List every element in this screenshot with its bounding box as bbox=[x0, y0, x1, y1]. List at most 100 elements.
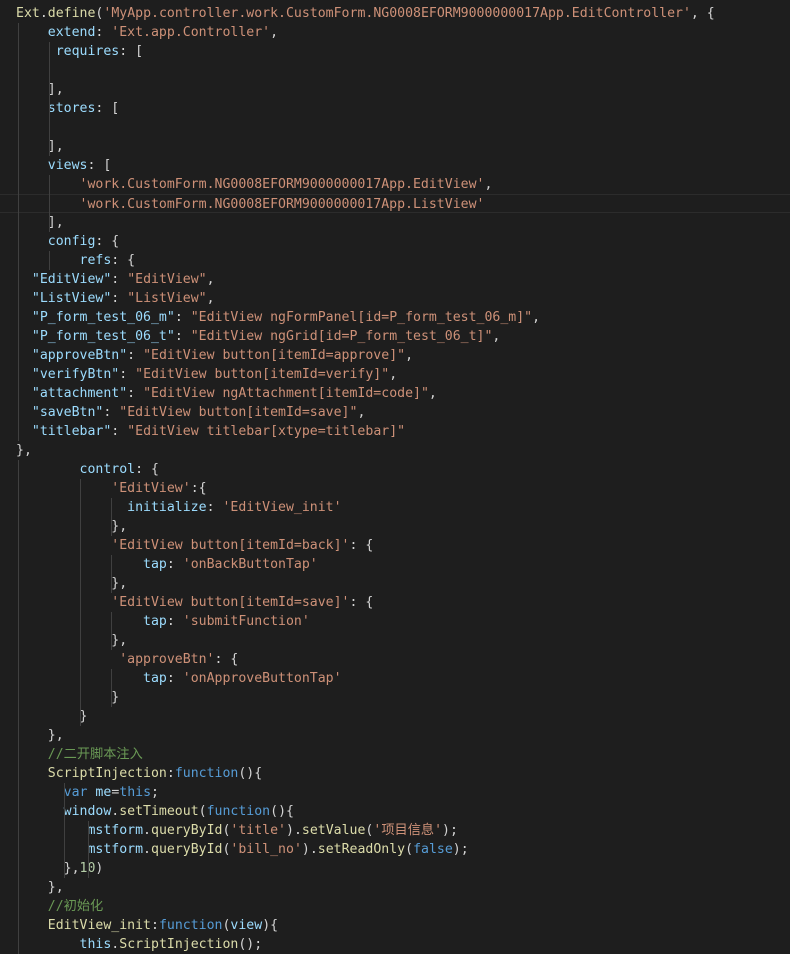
code-line[interactable]: EditView_init:function(view){ bbox=[0, 916, 790, 935]
code-line[interactable]: tap: 'onApproveButtonTap' bbox=[0, 669, 790, 688]
code-token: . bbox=[143, 823, 151, 838]
code-line[interactable]: 'EditView button[itemId=save]': { bbox=[0, 593, 790, 612]
code-token: , bbox=[532, 310, 541, 325]
code-token: "EditView ngFormPanel[id=P_form_test_06_… bbox=[190, 310, 533, 325]
code-token: "P_form_test_06_m" bbox=[31, 310, 175, 325]
code-token: tap bbox=[143, 671, 167, 686]
code-token: tap bbox=[143, 614, 167, 629]
indent-guide bbox=[49, 42, 50, 99]
code-line[interactable]: }, bbox=[0, 631, 790, 650]
code-token: : { bbox=[349, 595, 374, 610]
code-line[interactable] bbox=[0, 61, 790, 80]
code-token: 'submitFunction' bbox=[182, 614, 310, 629]
code-line[interactable]: 'approveBtn': { bbox=[0, 650, 790, 669]
code-line-text: "P_form_test_06_m": "EditView ngFormPane… bbox=[16, 308, 540, 327]
code-line[interactable]: "P_form_test_06_t": "EditView ngGrid[id=… bbox=[0, 327, 790, 346]
code-token: "verifyBtn" bbox=[31, 367, 120, 382]
code-line[interactable]: initialize: 'EditView_init' bbox=[0, 498, 790, 517]
code-token: , bbox=[357, 405, 366, 420]
code-line[interactable]: }, bbox=[0, 878, 790, 897]
code-line-text: "P_form_test_06_t": "EditView ngGrid[id=… bbox=[16, 327, 500, 346]
code-line[interactable]: Ext.define('MyApp.controller.work.Custom… bbox=[0, 4, 790, 23]
code-line-text: }, bbox=[16, 441, 32, 460]
code-line[interactable]: window.setTimeout(function(){ bbox=[0, 802, 790, 821]
code-line[interactable]: "P_form_test_06_m": "EditView ngFormPane… bbox=[0, 308, 790, 327]
code-line[interactable]: "titlebar": "EditView titlebar[xtype=tit… bbox=[0, 422, 790, 441]
code-line[interactable]: //二开脚本注入 bbox=[0, 745, 790, 764]
code-line[interactable]: } bbox=[0, 688, 790, 707]
code-line[interactable]: 'EditView button[itemId=back]': { bbox=[0, 536, 790, 555]
code-token: requires bbox=[55, 44, 120, 59]
code-token: 'MyApp.controller.work.CustomForm.NG0008… bbox=[103, 6, 691, 21]
code-line[interactable]: views: [ bbox=[0, 156, 790, 175]
code-token: "EditView ngAttachment[itemId=code]" bbox=[143, 386, 429, 401]
code-line-text: "EditView": "EditView", bbox=[16, 270, 215, 289]
code-token: : bbox=[103, 405, 120, 420]
code-line[interactable]: requires: [ bbox=[0, 42, 790, 61]
code-token: : bbox=[127, 386, 144, 401]
code-line[interactable]: ], bbox=[0, 80, 790, 99]
code-line[interactable]: }, bbox=[0, 517, 790, 536]
code-line-text: 'work.CustomForm.NG0008EFORM9000000017Ap… bbox=[16, 175, 493, 194]
code-line[interactable]: ], bbox=[0, 137, 790, 156]
code-token: initialize bbox=[127, 500, 207, 515]
code-line[interactable]: "saveBtn": "EditView button[itemId=save]… bbox=[0, 403, 790, 422]
code-line[interactable]: control: { bbox=[0, 460, 790, 479]
code-line[interactable]: }, bbox=[0, 726, 790, 745]
code-token: "EditView button[itemId=save]" bbox=[119, 405, 358, 420]
code-line[interactable]: var me=this; bbox=[0, 783, 790, 802]
code-line[interactable]: mstform.queryById('title').setValue('项目信… bbox=[0, 821, 790, 840]
code-line[interactable]: 'work.CustomForm.NG0008EFORM9000000017Ap… bbox=[0, 194, 790, 213]
code-token: var bbox=[63, 785, 88, 800]
indent-guide bbox=[49, 99, 50, 156]
code-token: : bbox=[166, 614, 183, 629]
code-token: 'bill_no' bbox=[230, 842, 302, 857]
code-line-text: }, bbox=[16, 726, 64, 745]
code-line[interactable]: "approveBtn": "EditView button[itemId=ap… bbox=[0, 346, 790, 365]
code-line[interactable]: } bbox=[0, 707, 790, 726]
code-line[interactable]: mstform.queryById ('bill_no').setReadOnly… bbox=[0, 840, 790, 859]
code-token: "EditView button[itemId=approve]" bbox=[143, 348, 406, 363]
code-line[interactable]: config: { bbox=[0, 232, 790, 251]
code-token: false bbox=[413, 842, 453, 857]
code-token: 'EditView button[itemId=save]' bbox=[111, 595, 350, 610]
code-line[interactable]: //初始化 bbox=[0, 897, 790, 916]
code-line[interactable]: tap: 'submitFunction' bbox=[0, 612, 790, 631]
code-line[interactable]: "ListView": "ListView", bbox=[0, 289, 790, 308]
code-line-text: mstform.queryById('title').setValue('项目信… bbox=[16, 821, 457, 840]
code-line[interactable]: ScriptInjection:function(){ bbox=[0, 764, 790, 783]
code-line[interactable]: }, bbox=[0, 441, 790, 460]
code-token: function bbox=[158, 918, 223, 933]
code-token: : { bbox=[111, 253, 136, 268]
code-line-text: "ListView": "ListView", bbox=[16, 289, 215, 308]
code-line[interactable]: this.ScriptInjection(); bbox=[0, 935, 790, 954]
code-line[interactable]: 'work.CustomForm.NG0008EFORM9000000017Ap… bbox=[0, 175, 790, 194]
code-token: me bbox=[95, 785, 112, 800]
code-line-text: //初始化 bbox=[16, 897, 103, 916]
code-line[interactable]: }, bbox=[0, 574, 790, 593]
code-token: "titlebar" bbox=[31, 424, 112, 439]
code-line[interactable]: "verifyBtn": "EditView button[itemId=ver… bbox=[0, 365, 790, 384]
code-editor[interactable]: Ext.define('MyApp.controller.work.Custom… bbox=[0, 0, 790, 954]
code-line[interactable]: tap: 'onBackButtonTap' bbox=[0, 555, 790, 574]
code-token: : bbox=[127, 348, 144, 363]
indent-guide bbox=[18, 23, 19, 441]
code-line-text: Ext.define('MyApp.controller.work.Custom… bbox=[16, 4, 715, 23]
code-line[interactable]: extend: 'Ext.app.Controller', bbox=[0, 23, 790, 42]
code-line-text: } bbox=[16, 707, 88, 726]
code-token: "P_form_test_06_t" bbox=[31, 329, 175, 344]
code-line[interactable]: stores: [ bbox=[0, 99, 790, 118]
code-line[interactable]: "EditView": "EditView", bbox=[0, 270, 790, 289]
code-line[interactable]: 'EditView':{ bbox=[0, 479, 790, 498]
code-token: "attachment" bbox=[31, 386, 128, 401]
code-token: EditView_init bbox=[47, 918, 151, 933]
code-line[interactable]: },10) bbox=[0, 859, 790, 878]
code-token: ], bbox=[16, 139, 64, 154]
code-line[interactable]: ], bbox=[0, 213, 790, 232]
code-line[interactable]: "attachment": "EditView ngAttachment[ite… bbox=[0, 384, 790, 403]
code-line[interactable]: refs: { bbox=[0, 251, 790, 270]
code-line-text: tap: 'submitFunction' bbox=[16, 612, 310, 631]
code-token: views bbox=[47, 158, 88, 173]
code-token: view bbox=[230, 918, 263, 933]
code-line[interactable] bbox=[0, 118, 790, 137]
